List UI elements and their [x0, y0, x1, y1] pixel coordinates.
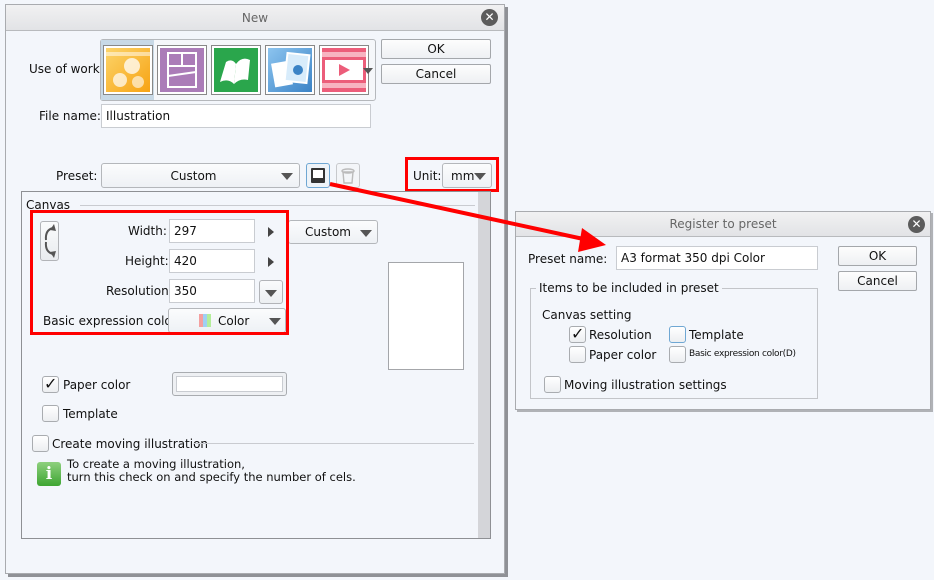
annotation-arrow-line — [329, 182, 589, 242]
annotation-arrow — [329, 182, 606, 252]
annotation-arrow-head — [578, 228, 606, 252]
